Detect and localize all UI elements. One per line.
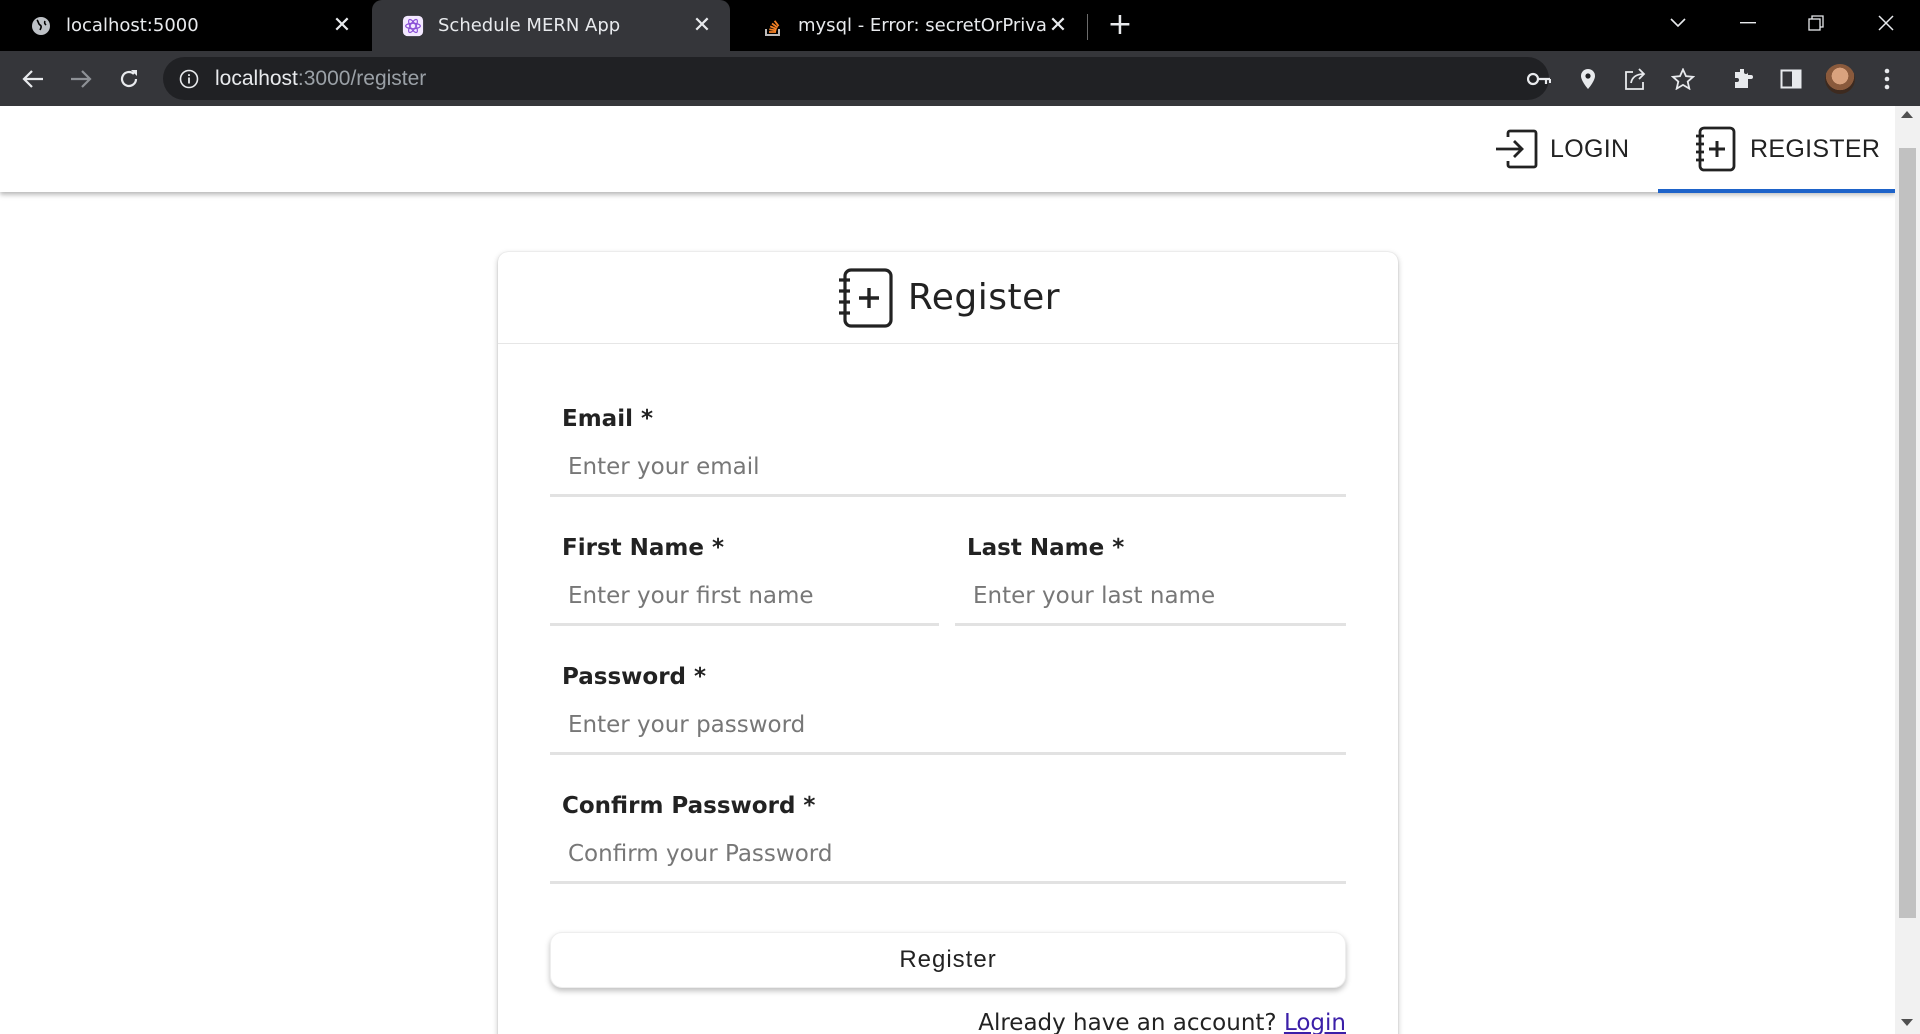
- chevron-down-icon: [1670, 18, 1686, 28]
- first-name-field[interactable]: [550, 568, 939, 626]
- password-field[interactable]: [550, 697, 1346, 755]
- tab-title: Schedule MERN App: [438, 15, 621, 36]
- star-icon[interactable]: [1671, 67, 1695, 91]
- browser-toolbar: localhost:3000/register: [0, 51, 1920, 106]
- url-host: localhost: [215, 66, 298, 90]
- scroll-up-arrow-icon[interactable]: [1901, 111, 1913, 118]
- register-submit-button[interactable]: Register: [550, 932, 1346, 988]
- login-prompt-text: Already have an account?: [978, 1010, 1277, 1034]
- minimize-icon: [1740, 22, 1756, 24]
- share-icon[interactable]: [1623, 67, 1647, 91]
- side-panel-icon[interactable]: [1776, 64, 1806, 94]
- nav-login-tab[interactable]: LOGIN: [1494, 106, 1629, 192]
- add-notebook-icon: [1694, 126, 1738, 172]
- login-prompt: Already have an account? Login: [978, 1010, 1346, 1034]
- back-button[interactable]: [18, 64, 48, 94]
- stackoverflow-icon: [762, 15, 784, 37]
- url-path: :3000/register: [297, 66, 427, 90]
- reload-icon: [120, 70, 138, 88]
- login-link[interactable]: Login: [1284, 1010, 1346, 1034]
- page-title: Register: [907, 277, 1061, 318]
- last-name-label: Last Name *: [967, 535, 1125, 561]
- react-icon: [402, 15, 424, 37]
- reload-button[interactable]: [114, 64, 144, 94]
- page-viewport: LOGIN REGISTER Register Email * First Na…: [0, 106, 1920, 1034]
- close-icon[interactable]: ✕: [330, 13, 354, 38]
- new-tab-button[interactable]: +: [1106, 10, 1134, 40]
- tab-title: localhost:5000: [66, 15, 199, 36]
- nav-register-tab[interactable]: REGISTER: [1694, 106, 1880, 192]
- browser-tab[interactable]: mysql - Error: secretOrPrivateKey ✕: [732, 0, 1086, 51]
- tab-title: mysql - Error: secretOrPrivateKey: [798, 15, 1046, 36]
- restore-icon: [1808, 15, 1824, 31]
- minimize-button[interactable]: [1728, 8, 1768, 38]
- browser-tabstrip: localhost:5000 ✕ Schedule MERN App ✕ mys…: [0, 0, 1920, 51]
- nav-register-label: REGISTER: [1750, 134, 1881, 163]
- more-menu-icon[interactable]: [1872, 64, 1902, 94]
- tab-divider: [1087, 14, 1088, 40]
- arrow-left-icon: [22, 70, 43, 88]
- url-text: localhost:3000/register: [215, 67, 426, 91]
- last-name-field[interactable]: [955, 568, 1346, 626]
- nav-login-label: LOGIN: [1550, 134, 1630, 163]
- arrow-right-icon: [71, 70, 92, 88]
- close-icon[interactable]: ✕: [690, 13, 714, 38]
- confirm-password-field[interactable]: [550, 826, 1346, 884]
- email-label: Email *: [562, 406, 654, 432]
- restore-button[interactable]: [1796, 8, 1836, 38]
- scroll-down-arrow-icon[interactable]: [1901, 1019, 1913, 1026]
- tab-search-button[interactable]: [1658, 8, 1698, 38]
- app-navbar: LOGIN REGISTER: [0, 106, 1895, 193]
- globe-icon: [30, 15, 52, 37]
- register-card: Register Email * First Name * Last Name …: [498, 252, 1398, 1034]
- close-icon: [1878, 15, 1894, 31]
- browser-tab-active[interactable]: Schedule MERN App ✕: [372, 0, 730, 51]
- page-scrollbar[interactable]: [1895, 106, 1920, 1034]
- info-icon[interactable]: [177, 67, 201, 91]
- active-tab-indicator: [1658, 189, 1895, 193]
- extensions-icon[interactable]: [1728, 64, 1758, 94]
- window-close-button[interactable]: [1866, 8, 1906, 38]
- key-icon[interactable]: [1527, 67, 1551, 91]
- first-name-label: First Name *: [562, 535, 724, 561]
- profile-avatar[interactable]: [1825, 64, 1855, 94]
- browser-tab[interactable]: localhost:5000 ✕: [0, 0, 370, 51]
- login-icon: [1494, 127, 1538, 171]
- scrollbar-thumb[interactable]: [1899, 148, 1916, 918]
- forward-button[interactable]: [66, 64, 96, 94]
- confirm-password-label: Confirm Password *: [562, 793, 816, 819]
- password-label: Password *: [562, 664, 707, 690]
- location-pin-icon[interactable]: [1576, 67, 1600, 91]
- card-header: Register: [498, 252, 1398, 344]
- close-icon[interactable]: ✕: [1046, 13, 1070, 38]
- email-field[interactable]: [550, 439, 1346, 497]
- add-notebook-icon: [836, 267, 896, 328]
- address-bar[interactable]: localhost:3000/register: [163, 57, 1695, 100]
